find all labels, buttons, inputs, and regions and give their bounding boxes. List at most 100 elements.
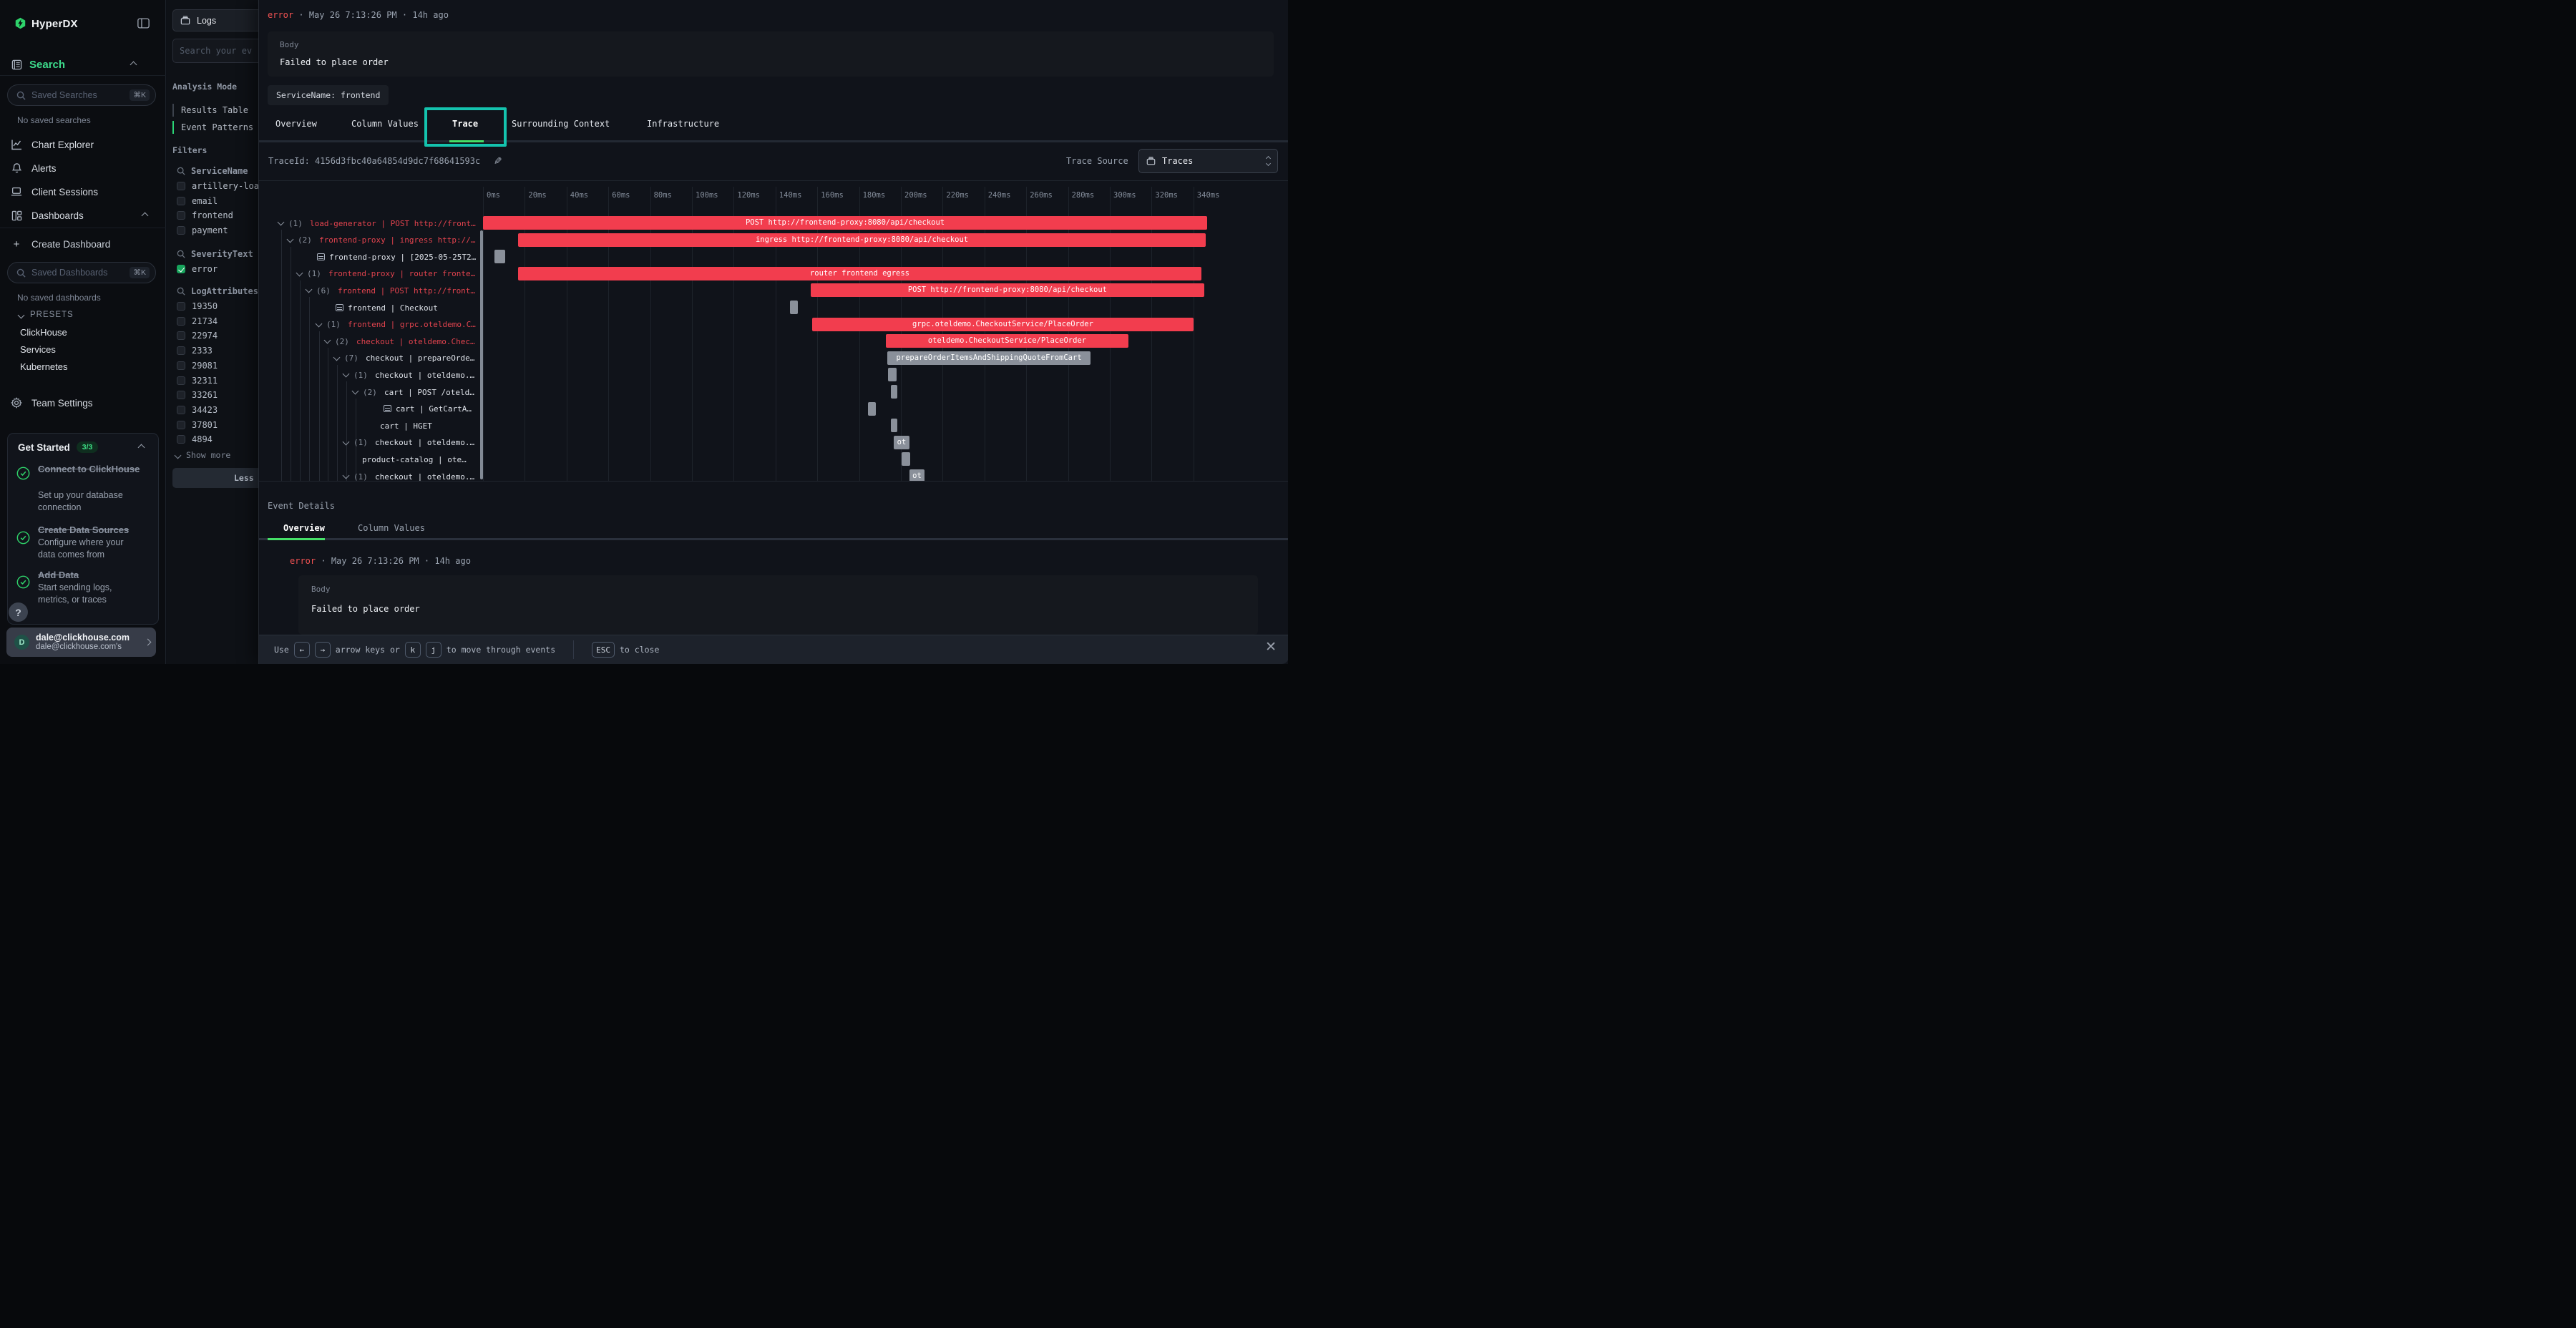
trace-tree-row[interactable]: cart | HGET (259, 418, 483, 434)
checkbox[interactable] (177, 346, 185, 355)
chevron-down-icon[interactable] (306, 286, 313, 293)
facet-item-payment[interactable]: payment (177, 225, 228, 235)
trace-span-bar[interactable] (868, 402, 876, 416)
facet-item-4894[interactable]: 4894 (177, 434, 213, 444)
ed-tab-column-values[interactable]: Column Values (358, 523, 425, 533)
checkbox[interactable] (177, 391, 185, 399)
service-name-chip[interactable]: ServiceName: frontend (268, 85, 389, 105)
edit-pencil-icon[interactable]: ✎ (491, 157, 503, 165)
sidebar-item-team-settings[interactable]: Team Settings (0, 394, 166, 412)
trace-tree-row[interactable]: (1)checkout | oteldemo.… (259, 469, 483, 481)
tree-scrollbar[interactable] (480, 230, 483, 479)
trace-tree-row[interactable]: frontend | Checkout (259, 300, 483, 316)
sidebar-item-kubernetes[interactable]: Kubernetes (20, 361, 68, 372)
checkbox[interactable] (177, 197, 185, 205)
checkbox[interactable] (177, 211, 185, 220)
checkbox[interactable] (177, 302, 185, 311)
chevron-down-icon[interactable] (343, 472, 350, 479)
sidebar-item-alerts[interactable]: Alerts (0, 159, 166, 177)
checkbox[interactable] (177, 317, 185, 326)
trace-tree-row[interactable]: (6)frontend | POST http://front… (259, 283, 483, 298)
key-j[interactable]: j (426, 642, 441, 658)
ed-tab-overview[interactable]: Overview (283, 523, 325, 533)
tab-trace[interactable]: Trace (452, 119, 478, 129)
mode-results-table[interactable]: Results Table (172, 103, 248, 117)
tab-surrounding-context[interactable]: Surrounding Context (512, 119, 610, 129)
trace-span-bar[interactable]: ot (894, 436, 909, 449)
task-title[interactable]: Add Data (38, 569, 152, 581)
trace-source-dropdown[interactable]: Traces (1138, 149, 1278, 173)
presets-toggle[interactable]: PRESETS (19, 311, 74, 319)
close-icon[interactable]: ✕ (1265, 640, 1277, 654)
trace-tree-row[interactable]: (1)checkout | oteldemo.… (259, 435, 483, 451)
create-dashboard-button[interactable]: + Create Dashboard (0, 235, 166, 253)
trace-span-bar[interactable]: prepareOrderItemsAndShippingQuoteFromCar… (887, 351, 1091, 365)
chevron-down-icon[interactable] (316, 320, 323, 327)
saved-dashboards-input[interactable] (31, 268, 124, 278)
facet-item-error[interactable]: error (177, 264, 218, 274)
checkbox[interactable] (177, 226, 185, 235)
trace-span-bar[interactable]: grpc.oteldemo.CheckoutService/PlaceOrder (812, 318, 1194, 331)
tab-column-values[interactable]: Column Values (351, 119, 419, 129)
trace-span-bar[interactable]: POST http://frontend-proxy:8080/api/chec… (483, 216, 1207, 230)
user-menu[interactable]: D dale@clickhouse.com dale@clickhouse.co… (6, 628, 156, 657)
saved-searches-search[interactable]: ⌘K (7, 84, 156, 106)
facet-item-artillery-loa[interactable]: artillery-loa (177, 181, 258, 191)
trace-tree-row[interactable]: (1)checkout | oteldemo.… (259, 367, 483, 383)
sidebar-item-chart-explorer[interactable]: Chart Explorer (0, 135, 166, 154)
facet-item-21734[interactable]: 21734 (177, 316, 218, 326)
source-select-button[interactable]: Logs (172, 9, 258, 31)
trace-span-bar[interactable] (891, 385, 897, 399)
sidebar-item-search[interactable]: Search (11, 59, 155, 71)
chevron-down-icon[interactable] (333, 353, 341, 361)
trace-span-bar[interactable]: oteldemo.CheckoutService/PlaceOrder (886, 334, 1128, 348)
checkbox[interactable] (177, 265, 185, 273)
event-search-input[interactable] (180, 46, 258, 56)
checkbox[interactable] (177, 406, 185, 414)
key-esc[interactable]: ESC (592, 642, 615, 658)
trace-span-bar[interactable] (902, 452, 910, 466)
facet-item-email[interactable]: email (177, 196, 218, 206)
checkbox[interactable] (177, 331, 185, 340)
checkbox[interactable] (177, 376, 185, 385)
checkbox[interactable] (177, 361, 185, 370)
task-title[interactable]: Connect to ClickHouse (38, 463, 152, 475)
trace-span-bar[interactable]: POST http://frontend-proxy:8080/api/chec… (811, 283, 1204, 297)
facet-item-22974[interactable]: 22974 (177, 331, 218, 341)
trace-span-bar[interactable] (888, 368, 897, 381)
trace-tree-row[interactable]: (1)frontend-proxy | router fronte… (259, 266, 483, 282)
trace-span-bar[interactable]: ot (909, 469, 924, 481)
sidebar-item-client-sessions[interactable]: Client Sessions (0, 182, 166, 201)
panel-toggle-icon[interactable] (137, 18, 150, 29)
sidebar-item-dashboards[interactable]: Dashboards (0, 206, 166, 225)
facet-item-frontend[interactable]: frontend (177, 210, 233, 220)
chevron-down-icon[interactable] (296, 269, 303, 276)
chevron-down-icon[interactable] (352, 388, 359, 395)
trace-span-bar[interactable]: router frontend egress (518, 267, 1201, 280)
key-k[interactable]: k (405, 642, 421, 658)
less-filters-button[interactable]: Less fil (172, 468, 258, 488)
facet-item-33261[interactable]: 33261 (177, 390, 218, 400)
facet-item-34423[interactable]: 34423 (177, 405, 218, 415)
task-title[interactable]: Create Data Sources (38, 524, 158, 536)
trace-span-bar[interactable] (790, 301, 798, 314)
facet-item-37801[interactable]: 37801 (177, 420, 218, 430)
trace-span-bar[interactable] (494, 250, 505, 263)
trace-tree-row[interactable]: frontend-proxy | [2025-05-25T2… (259, 249, 483, 265)
chevron-down-icon[interactable] (343, 371, 350, 378)
checkbox[interactable] (177, 435, 185, 444)
checkbox[interactable] (177, 421, 185, 429)
key-arrow-left[interactable]: ← (294, 642, 310, 658)
chevron-up-icon[interactable] (138, 444, 145, 451)
sidebar-item-services[interactable]: Services (20, 344, 56, 355)
event-search-box[interactable] (172, 39, 258, 63)
chevron-down-icon[interactable] (343, 438, 350, 445)
key-arrow-right[interactable]: → (315, 642, 331, 658)
tab-overview[interactable]: Overview (275, 119, 317, 129)
facet-item-29081[interactable]: 29081 (177, 361, 218, 371)
facet-item-2333[interactable]: 2333 (177, 346, 213, 356)
saved-dashboards-search[interactable]: ⌘K (7, 262, 156, 283)
sidebar-item-clickhouse[interactable]: ClickHouse (20, 327, 67, 338)
trace-tree-row[interactable]: (2)frontend-proxy | ingress http://… (259, 233, 483, 248)
trace-span-bar[interactable]: ingress http://frontend-proxy:8080/api/c… (518, 233, 1206, 247)
